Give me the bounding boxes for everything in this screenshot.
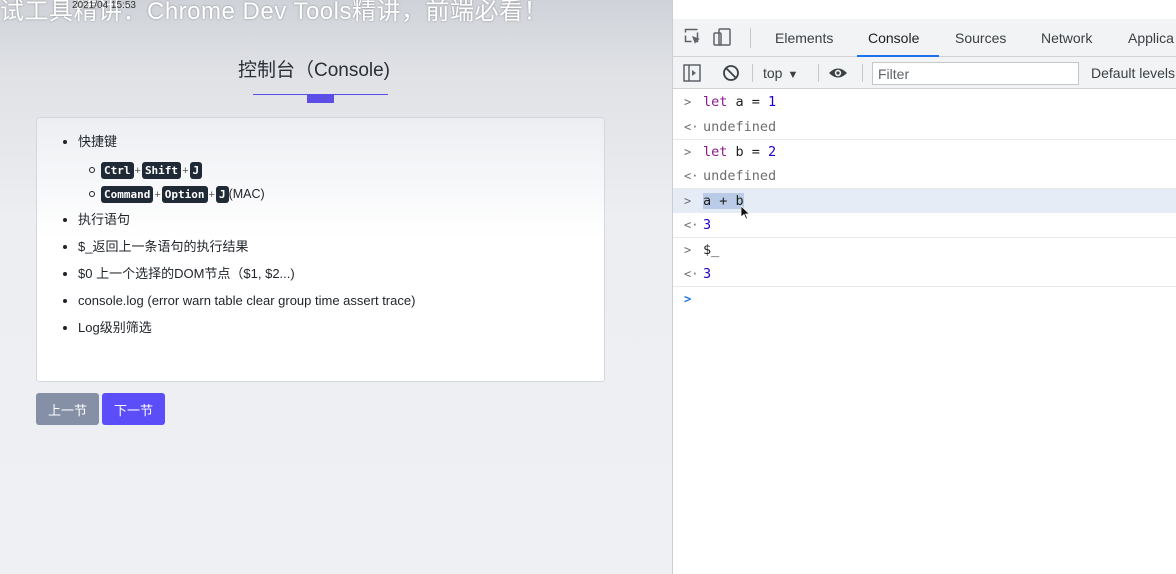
console-entry-output: <· undefined bbox=[684, 118, 777, 135]
topic-list: 快捷键 Ctrl + Shift + J Command + Option + J (MAC) 执… bbox=[63, 134, 593, 347]
inspect-element-icon[interactable] bbox=[684, 28, 702, 46]
key-option: Option bbox=[161, 186, 208, 204]
console-code: $_ bbox=[703, 242, 720, 258]
list-item-label: $_返回上一条语句的执行结果 bbox=[78, 239, 249, 254]
list-item-dom-node: $0 上一个选择的DOM节点（$1, $2...) bbox=[63, 266, 593, 293]
list-item-log-levels: Log级别筛选 bbox=[63, 320, 593, 347]
console-code: let a = 1 bbox=[703, 94, 777, 110]
list-item-label: console.log (error warn table clear grou… bbox=[78, 293, 416, 308]
console-entry-output: <· undefined bbox=[684, 167, 777, 184]
next-section-button[interactable]: 下一节 bbox=[102, 393, 165, 425]
toolbar-divider bbox=[818, 64, 819, 82]
console-code-selection[interactable]: a + b bbox=[703, 193, 744, 209]
console-filter-input[interactable] bbox=[872, 62, 1079, 85]
key-j: J bbox=[215, 186, 229, 204]
shortcut-mac: Command + Option + J (MAC) bbox=[63, 185, 593, 212]
tab-application[interactable]: Applica bbox=[1128, 19, 1174, 57]
console-code: let b = 2 bbox=[703, 144, 777, 160]
list-item-last-result: $_返回上一条语句的执行结果 bbox=[63, 239, 593, 266]
list-item-label: 快捷键 bbox=[78, 134, 118, 149]
shortcut-windows: Ctrl + Shift + J bbox=[63, 161, 593, 185]
list-item-label: $0 上一个选择的DOM节点（$1, $2...) bbox=[78, 266, 295, 281]
key-command: Command bbox=[101, 186, 154, 204]
list-item-execute: 执行语句 bbox=[63, 212, 593, 239]
list-item-label: Log级别筛选 bbox=[78, 320, 152, 335]
log-levels-dropdown[interactable]: Default levels bbox=[1091, 57, 1175, 89]
console-entry-input[interactable]: > $_ bbox=[673, 237, 1176, 262]
console-prompt[interactable]: > bbox=[673, 286, 1176, 311]
title-underline-accent bbox=[307, 95, 334, 103]
console-toolbar: top▼ Default levels bbox=[673, 57, 1176, 89]
toolbar-divider bbox=[862, 64, 863, 82]
live-expression-eye-icon[interactable] bbox=[828, 64, 847, 82]
key-shift: Shift bbox=[141, 162, 182, 180]
console-result: undefined bbox=[703, 118, 777, 135]
key-ctrl: Ctrl bbox=[101, 162, 134, 180]
tab-console[interactable]: Console bbox=[868, 19, 919, 57]
mac-suffix: (MAC) bbox=[228, 187, 265, 201]
mouse-pointer-icon bbox=[741, 206, 751, 220]
context-select[interactable]: top ▼ bbox=[763, 57, 798, 89]
console-result: 3 bbox=[703, 265, 712, 282]
console-entry-input[interactable]: > let a = 1 bbox=[673, 90, 1176, 115]
toolbar-divider bbox=[752, 64, 753, 82]
key-j: J bbox=[189, 162, 203, 180]
devtools-panel: Elements Console Sources Network Applica… bbox=[672, 0, 1176, 574]
console-result: undefined bbox=[703, 167, 777, 184]
console-result: 3 bbox=[703, 216, 712, 233]
sidebar-toggle-icon[interactable] bbox=[683, 64, 701, 82]
prev-section-button[interactable]: 上一节 bbox=[36, 393, 99, 425]
list-item-console-log: console.log (error warn table clear grou… bbox=[63, 293, 593, 320]
tab-elements[interactable]: Elements bbox=[775, 19, 833, 57]
list-item-label: 执行语句 bbox=[78, 212, 131, 227]
clear-console-icon[interactable] bbox=[722, 64, 740, 82]
tab-network[interactable]: Network bbox=[1041, 19, 1092, 57]
list-item-shortcuts: 快捷键 bbox=[63, 134, 593, 161]
device-toolbar-icon[interactable] bbox=[713, 28, 731, 46]
tab-sources[interactable]: Sources bbox=[955, 19, 1006, 57]
console-output[interactable]: > let a = 1 <· undefined > let b = 2 <· … bbox=[673, 90, 1176, 311]
devtools-tabbar: Elements Console Sources Network Applica bbox=[673, 19, 1176, 57]
dropdown-arrow-icon: ▼ bbox=[787, 69, 799, 81]
console-entry-output: <· 3 bbox=[684, 265, 712, 282]
page-title: 控制台（Console) bbox=[237, 60, 391, 81]
content-card: 快捷键 Ctrl + Shift + J Command + Option + J (MAC) 执… bbox=[36, 117, 605, 382]
console-entry-input[interactable]: > let b = 2 bbox=[673, 139, 1176, 164]
video-timestamp: 2021/04 15:53 bbox=[72, 0, 136, 11]
tabbar-divider bbox=[750, 28, 751, 48]
course-page: 试工具精讲：Chrome Dev Tools精讲，前端必看！ 2021/04 1… bbox=[0, 0, 672, 574]
